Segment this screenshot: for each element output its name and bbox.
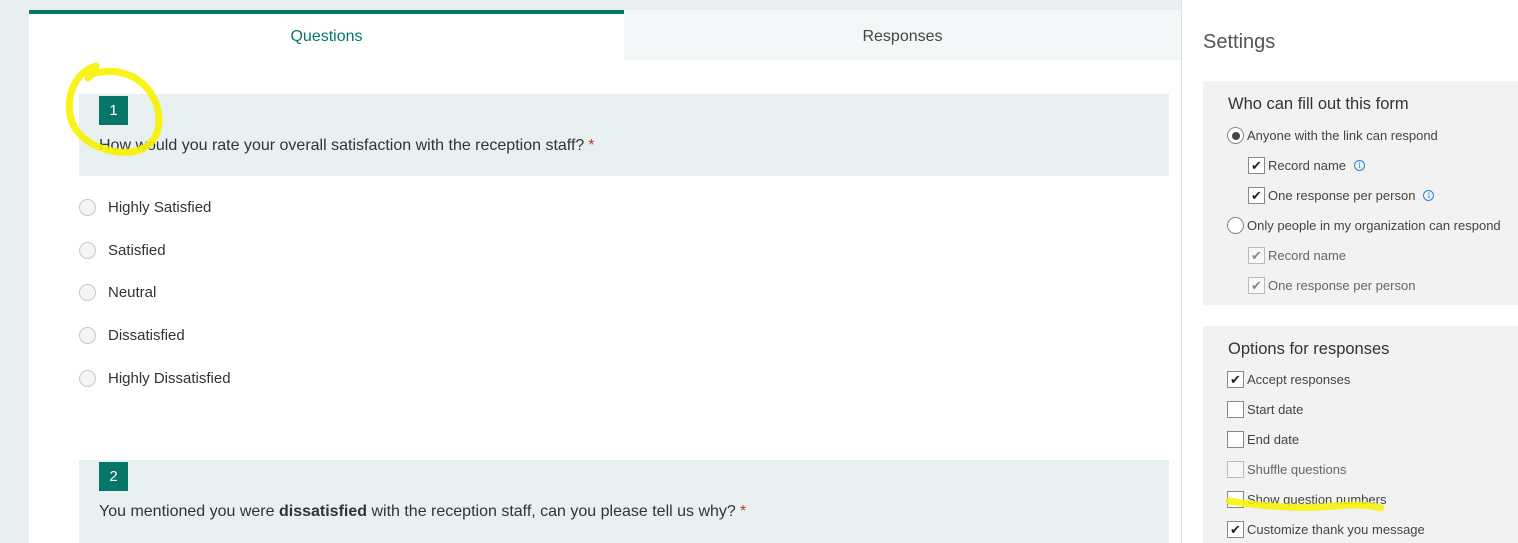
radio-button[interactable]	[1227, 217, 1244, 234]
option-label: Record name	[1268, 248, 1347, 263]
radio-button[interactable]	[79, 199, 96, 216]
checkbox-disabled-checked: ✔	[1248, 247, 1265, 264]
settings-panel: Settings Who can fill out this form Anyo…	[1181, 0, 1518, 543]
checkbox-checked[interactable]: ✔	[1248, 157, 1265, 174]
question-text-start: You mentioned you were	[99, 503, 279, 520]
radio-selected-dot	[1231, 131, 1240, 140]
option-highly-satisfied[interactable]: Highly Satisfied	[79, 199, 211, 216]
option-highly-dissatisfied[interactable]: Highly Dissatisfied	[79, 370, 231, 387]
anyone-with-link-option[interactable]: Anyone with the link can respond	[1227, 127, 1438, 144]
radio-button[interactable]	[79, 242, 96, 259]
settings-title: Settings	[1203, 31, 1276, 53]
anyone-record-name-option[interactable]: ✔ Record name i	[1248, 157, 1366, 174]
organization-only-option[interactable]: Only people in my organization can respo…	[1227, 217, 1501, 234]
options-for-responses-card: Options for responses ✔ Accept responses…	[1203, 326, 1518, 543]
option-label: End date	[1247, 432, 1300, 447]
option-neutral[interactable]: Neutral	[79, 284, 156, 301]
org-record-name-option: ✔ Record name	[1248, 247, 1346, 264]
radio-button[interactable]	[79, 284, 96, 301]
customize-thank-you-option[interactable]: ✔ Customize thank you message	[1227, 521, 1425, 538]
info-icon[interactable]: i	[1423, 190, 1435, 201]
checkbox[interactable]	[1227, 431, 1244, 448]
question-text-bold: dissatisfied	[278, 503, 368, 520]
anyone-one-response-option[interactable]: ✔ One response per person i	[1248, 187, 1435, 204]
org-one-response-option: ✔ One response per person	[1248, 277, 1415, 294]
option-label: Accept responses	[1247, 372, 1351, 387]
radio-button[interactable]	[79, 327, 96, 344]
checkbox-disabled-checked: ✔	[1248, 277, 1265, 294]
option-satisfied[interactable]: Satisfied	[79, 242, 166, 259]
option-label: Show question numbers	[1247, 492, 1387, 507]
option-label: Record name	[1268, 158, 1347, 173]
tab-bar: Questions Responses	[29, 10, 1181, 60]
end-date-option[interactable]: End date	[1227, 431, 1299, 448]
show-question-numbers-option[interactable]: Show question numbers	[1227, 491, 1386, 508]
tab-questions[interactable]: Questions	[29, 10, 624, 60]
question-number-badge: 1	[99, 96, 128, 125]
start-date-option[interactable]: Start date	[1227, 401, 1303, 418]
option-label: Highly Satisfied	[108, 199, 212, 216]
question-2-text: You mentioned you were dissatisfied with…	[99, 503, 746, 521]
questions-panel: 1 How would you rate your overall satisf…	[29, 60, 1181, 543]
info-icon[interactable]: i	[1354, 160, 1366, 171]
option-label: Customize thank you message	[1247, 522, 1425, 537]
option-label: Dissatisfied	[108, 327, 185, 344]
checkbox-checked[interactable]: ✔	[1248, 187, 1265, 204]
required-marker: *	[739, 503, 747, 520]
required-marker: *	[588, 137, 595, 154]
option-label: Shuffle questions	[1247, 462, 1347, 477]
option-label: Satisfied	[108, 242, 166, 259]
question-1-text: How would you rate your overall satisfac…	[99, 137, 595, 155]
who-can-fill-card: Who can fill out this form Anyone with t…	[1203, 81, 1518, 305]
options-for-responses-title: Options for responses	[1228, 340, 1390, 358]
checkbox-disabled	[1227, 461, 1244, 478]
option-dissatisfied[interactable]: Dissatisfied	[79, 327, 185, 344]
option-label: Only people in my organization can respo…	[1247, 218, 1501, 233]
question-1-header[interactable]: 1 How would you rate your overall satisf…	[79, 94, 1169, 176]
checkbox[interactable]	[1227, 491, 1244, 508]
radio-button[interactable]	[79, 370, 96, 387]
option-label: Highly Dissatisfied	[108, 370, 231, 387]
checkbox-checked[interactable]: ✔	[1227, 521, 1244, 538]
shuffle-questions-option: Shuffle questions	[1227, 461, 1347, 478]
radio-button[interactable]	[1227, 127, 1244, 144]
question-2-header[interactable]: 2 You mentioned you were dissatisfied wi…	[79, 460, 1169, 543]
option-label: Neutral	[108, 284, 157, 301]
option-label: Start date	[1247, 402, 1304, 417]
option-label: Anyone with the link can respond	[1247, 128, 1438, 143]
question-text: How would you rate your overall satisfac…	[99, 137, 585, 154]
who-can-fill-title: Who can fill out this form	[1228, 95, 1409, 113]
tab-responses[interactable]: Responses	[624, 10, 1181, 60]
option-label: One response per person	[1268, 278, 1416, 293]
option-label: One response per person	[1268, 188, 1416, 203]
checkbox-checked[interactable]: ✔	[1227, 371, 1244, 388]
checkbox[interactable]	[1227, 401, 1244, 418]
question-text-end: with the reception staff, can you please…	[367, 503, 736, 520]
accept-responses-option[interactable]: ✔ Accept responses	[1227, 371, 1350, 388]
question-number-badge: 2	[99, 462, 128, 491]
